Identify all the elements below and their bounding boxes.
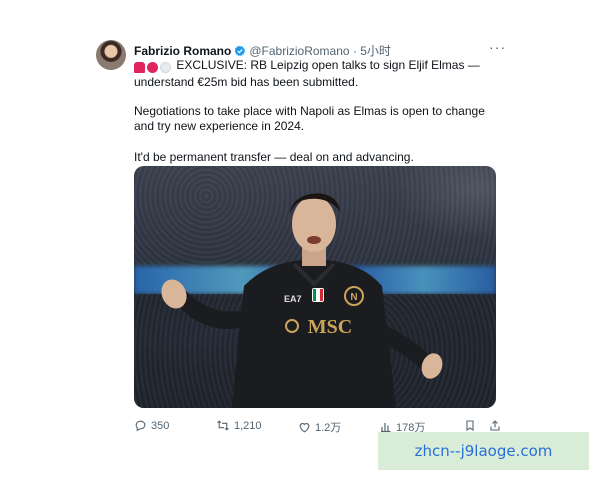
author-handle[interactable]: @FabrizioRomano xyxy=(249,44,349,58)
reply-icon xyxy=(134,419,147,432)
reply-count: 350 xyxy=(151,419,170,432)
author-name[interactable]: Fabrizio Romano xyxy=(134,44,231,58)
watermark-text: zhcn--j9laoge.com xyxy=(414,442,553,460)
bookmark-icon xyxy=(464,419,476,432)
siren-emoji-icon xyxy=(134,62,145,74)
retweet-icon xyxy=(216,419,230,432)
player-figure: N EA7 MSC xyxy=(161,193,443,408)
more-options-icon[interactable]: ··· xyxy=(489,39,506,55)
jersey-sponsor-text: MSC xyxy=(308,316,352,338)
like-count: 1.2万 xyxy=(315,422,342,434)
tweet-text-line-1: EXCLUSIVE: RB Leipzig open talks to sign… xyxy=(134,58,480,89)
kit-brand-text: EA7 xyxy=(284,294,302,304)
share-button[interactable] xyxy=(489,419,501,432)
reply-button[interactable]: 350 xyxy=(134,419,169,432)
tweet-text-line-2: Negotiations to take place with Napoli a… xyxy=(134,104,485,133)
separator-dot: · xyxy=(352,44,357,58)
heart-icon xyxy=(298,421,311,434)
red-circle-emoji-icon xyxy=(147,62,158,74)
tweet-text: EXCLUSIVE: RB Leipzig open talks to sign… xyxy=(134,58,506,164)
retweet-button[interactable]: 1,210 xyxy=(216,419,262,432)
watermark: zhcn--j9laoge.com xyxy=(378,432,589,470)
svg-text:N: N xyxy=(350,292,357,303)
timestamp[interactable]: 5小时 xyxy=(360,44,391,58)
tweet-photo[interactable]: N EA7 MSC xyxy=(134,166,496,408)
bookmark-button[interactable] xyxy=(464,419,476,432)
white-circle-emoji-icon xyxy=(160,62,171,74)
emoji-group xyxy=(134,60,173,75)
tweet-text-line-3: It'd be permanent transfer — deal on and… xyxy=(134,150,414,164)
retweet-count: 1,210 xyxy=(234,419,262,432)
like-button[interactable]: 1.2万 xyxy=(298,419,341,435)
share-icon xyxy=(489,419,501,432)
avatar[interactable] xyxy=(96,40,126,70)
